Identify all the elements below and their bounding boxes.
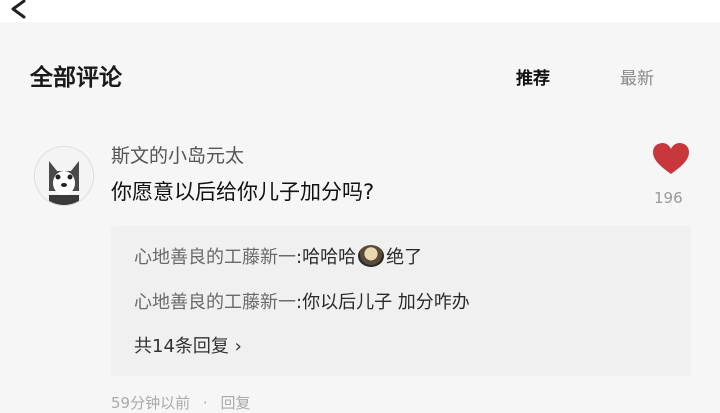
avatar[interactable] — [34, 146, 94, 206]
reply-text: 你以后儿子 加分咋办 — [302, 292, 470, 313]
reply-button[interactable]: 回复 — [220, 394, 250, 412]
page-title: 全部评论 — [30, 65, 122, 91]
sort-recommended-tab[interactable]: 推荐 — [516, 64, 550, 89]
more-replies-link[interactable]: 共14条回复 › — [134, 332, 242, 358]
more-replies-label: 共14条回复 — [134, 336, 229, 357]
back-arrow-icon[interactable] — [8, 0, 30, 20]
reply-username[interactable]: 心地善良的工藤新一 — [134, 292, 296, 313]
husky-avatar-icon — [35, 147, 93, 205]
comment-text: 你愿意以后给你儿子加分吗? — [111, 180, 375, 204]
comment-meta: 59分钟以前 · 回复 — [111, 392, 250, 413]
comment-username[interactable]: 斯文的小岛元太 — [111, 141, 244, 168]
reply-text: 哈哈哈 — [302, 247, 357, 268]
heart-icon[interactable] — [652, 142, 690, 176]
reply-username[interactable]: 心地善良的工藤新一 — [134, 247, 296, 268]
top-bar — [0, 0, 720, 22]
reply-text-after: 绝了 — [386, 247, 423, 268]
comment-time: 59分钟以前 — [111, 394, 191, 412]
laughing-emoji-icon — [358, 245, 385, 267]
meta-divider: · — [202, 394, 208, 412]
like-count: 196 — [654, 189, 683, 207]
sort-latest-tab[interactable]: 最新 — [620, 64, 654, 89]
reply-item[interactable]: 心地善良的工藤新一:你以后儿子 加分咋办 — [134, 288, 470, 314]
reply-item[interactable]: 心地善良的工藤新一:哈哈哈 绝了 — [134, 243, 422, 269]
chevron-right-icon: › — [234, 336, 242, 357]
